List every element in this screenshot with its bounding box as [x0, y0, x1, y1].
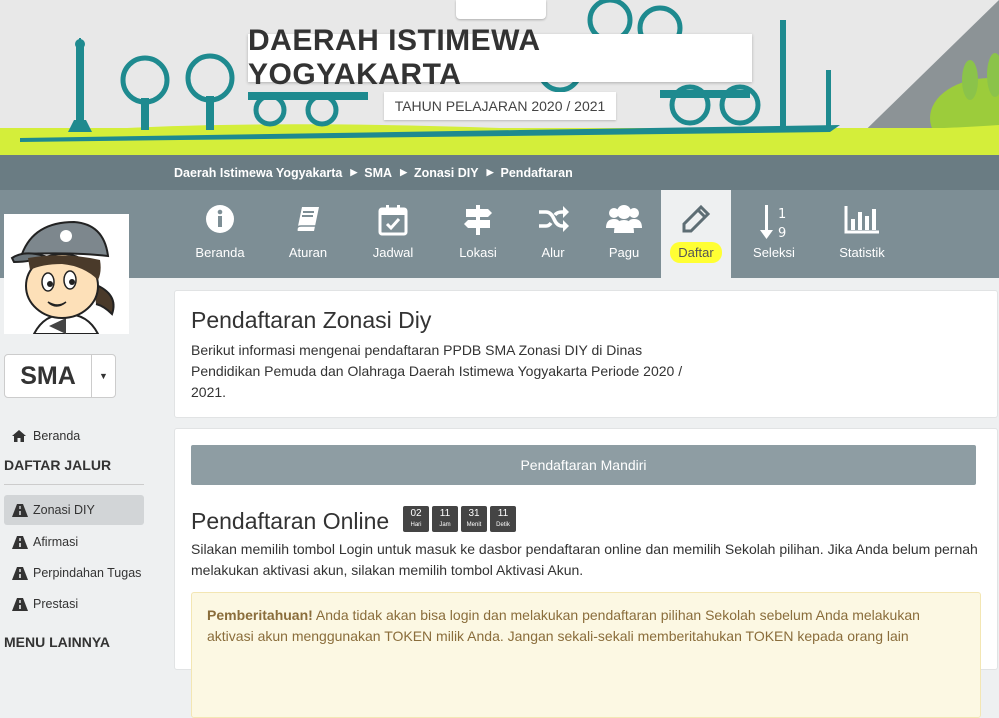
breadcrumb-bar: Daerah Istimewa Yogyakarta ▶ SMA ▶ Zonas… — [0, 155, 999, 190]
online-registration-description: Silakan memilih tombol Login untuk masuk… — [191, 541, 978, 578]
sidebar-item-perpindahan-tugas[interactable]: Perpindahan Tugas — [4, 558, 144, 588]
breadcrumb-item-current: Pendaftaran — [500, 165, 573, 180]
nav-seleksi[interactable]: 19 Seleksi — [736, 190, 812, 278]
road-icon — [11, 597, 29, 611]
page-title: Pendaftaran Zonasi Diy — [191, 307, 432, 333]
book-icon — [293, 204, 323, 237]
student-mascot-illustration — [4, 214, 129, 334]
page-description: Berikut informasi mengenai pendaftaran P… — [191, 342, 683, 400]
sidebar-item-afirmasi[interactable]: Afirmasi — [4, 527, 144, 557]
caret-right-icon: ▶ — [486, 167, 494, 177]
users-icon — [605, 204, 643, 237]
caret-right-icon: ▶ — [350, 167, 358, 177]
sidebar-item-label: Prestasi — [33, 597, 79, 611]
countdown-seconds: 11 Detik — [490, 506, 516, 532]
sidebar-item-beranda[interactable]: Beranda — [10, 429, 80, 443]
avatar — [4, 214, 129, 334]
nav-jadwal[interactable]: Jadwal — [355, 190, 431, 278]
sidebar-item-zonasi[interactable]: Zonasi DIY — [4, 495, 144, 525]
road-icon — [11, 566, 29, 580]
countdown-hours: 11 Jam — [432, 506, 458, 532]
svg-text:9: 9 — [778, 226, 786, 240]
calendar-check-icon — [378, 204, 408, 239]
shuffle-icon — [537, 204, 569, 237]
notice-label: Pemberitahuan! — [207, 607, 313, 623]
nav-alur[interactable]: Alur — [515, 190, 591, 278]
school-year-label: TAHUN PELAJARAN 2020 / 2021 — [384, 92, 616, 120]
chevron-down-icon[interactable]: ▼ — [92, 355, 115, 397]
nav-lokasi[interactable]: Lokasi — [440, 190, 516, 278]
nav-label: Daftar — [670, 242, 722, 263]
info-panel: Pendaftaran Zonasi Diy Berikut informasi… — [174, 290, 998, 418]
nav-label: Lokasi — [459, 245, 497, 260]
divider — [4, 484, 144, 485]
pendaftaran-mandiri-button[interactable]: Pendaftaran Mandiri — [191, 445, 976, 485]
countdown-timer: 02 Hari 11 Jam 31 Menit 11 Detik — [403, 506, 516, 532]
main-nav: Beranda Aturan Jadwal Lokasi Alur Pagu D… — [0, 190, 999, 278]
province-logo — [456, 0, 546, 19]
sidebar-item-label: Zonasi DIY — [33, 503, 95, 517]
header-banner: DAERAH ISTIMEWA YOGYAKARTA TAHUN PELAJAR… — [0, 0, 999, 155]
nav-beranda[interactable]: Beranda — [182, 190, 258, 278]
nav-daftar[interactable]: Daftar — [661, 190, 731, 278]
nav-label: Jadwal — [372, 245, 414, 260]
online-registration-title: Pendaftaran Online — [191, 508, 390, 534]
section-heading-menu-lainnya: MENU LAINNYA — [4, 634, 111, 650]
nav-label: Statistik — [839, 245, 885, 260]
breadcrumb-item-zonasi[interactable]: Zonasi DIY — [414, 166, 479, 180]
nav-aturan[interactable]: Aturan — [270, 190, 346, 278]
level-select-label[interactable]: SMA — [5, 355, 92, 397]
nav-label: Seleksi — [753, 245, 795, 260]
home-icon — [10, 429, 28, 443]
nav-label: Beranda — [195, 245, 245, 260]
svg-text:1: 1 — [778, 207, 786, 222]
nav-pagu[interactable]: Pagu — [586, 190, 662, 278]
notice-text: Anda tidak akan bisa login dan melakukan… — [207, 607, 920, 644]
warning-notice: Pemberitahuan! Anda tidak akan bisa logi… — [191, 592, 981, 718]
nav-statistik[interactable]: Statistik — [824, 190, 900, 278]
registration-panel: Pendaftaran Mandiri Pendaftaran Online 0… — [174, 428, 998, 718]
nav-label: Alur — [541, 245, 565, 260]
breadcrumb-item-sma[interactable]: SMA — [364, 166, 392, 180]
road-icon — [11, 503, 29, 517]
road-icon — [11, 535, 29, 549]
section-heading-daftar-jalur: DAFTAR JALUR — [4, 457, 112, 473]
sidebar-item-label: Afirmasi — [33, 535, 79, 549]
bar-chart-icon — [844, 204, 880, 237]
info-icon — [205, 204, 235, 237]
nav-label: Pagu — [608, 245, 640, 260]
sort-numeric-icon: 19 — [759, 204, 789, 243]
breadcrumb: Daerah Istimewa Yogyakarta ▶ SMA ▶ Zonas… — [174, 155, 573, 190]
page-banner-title: DAERAH ISTIMEWA YOGYAKARTA — [248, 24, 752, 91]
sidebar-item-prestasi[interactable]: Prestasi — [4, 589, 144, 619]
pencil-icon — [681, 204, 711, 237]
breadcrumb-item-province[interactable]: Daerah Istimewa Yogyakarta — [174, 166, 342, 180]
countdown-minutes: 31 Menit — [461, 506, 487, 532]
caret-right-icon: ▶ — [400, 167, 407, 177]
nav-label: Aturan — [288, 245, 328, 260]
level-select[interactable]: SMA ▼ — [4, 354, 116, 398]
signpost-icon — [462, 204, 494, 239]
sidebar-item-label: Perpindahan Tugas — [33, 566, 142, 580]
sidebar-item-label: Beranda — [33, 429, 81, 443]
countdown-days: 02 Hari — [403, 506, 429, 532]
